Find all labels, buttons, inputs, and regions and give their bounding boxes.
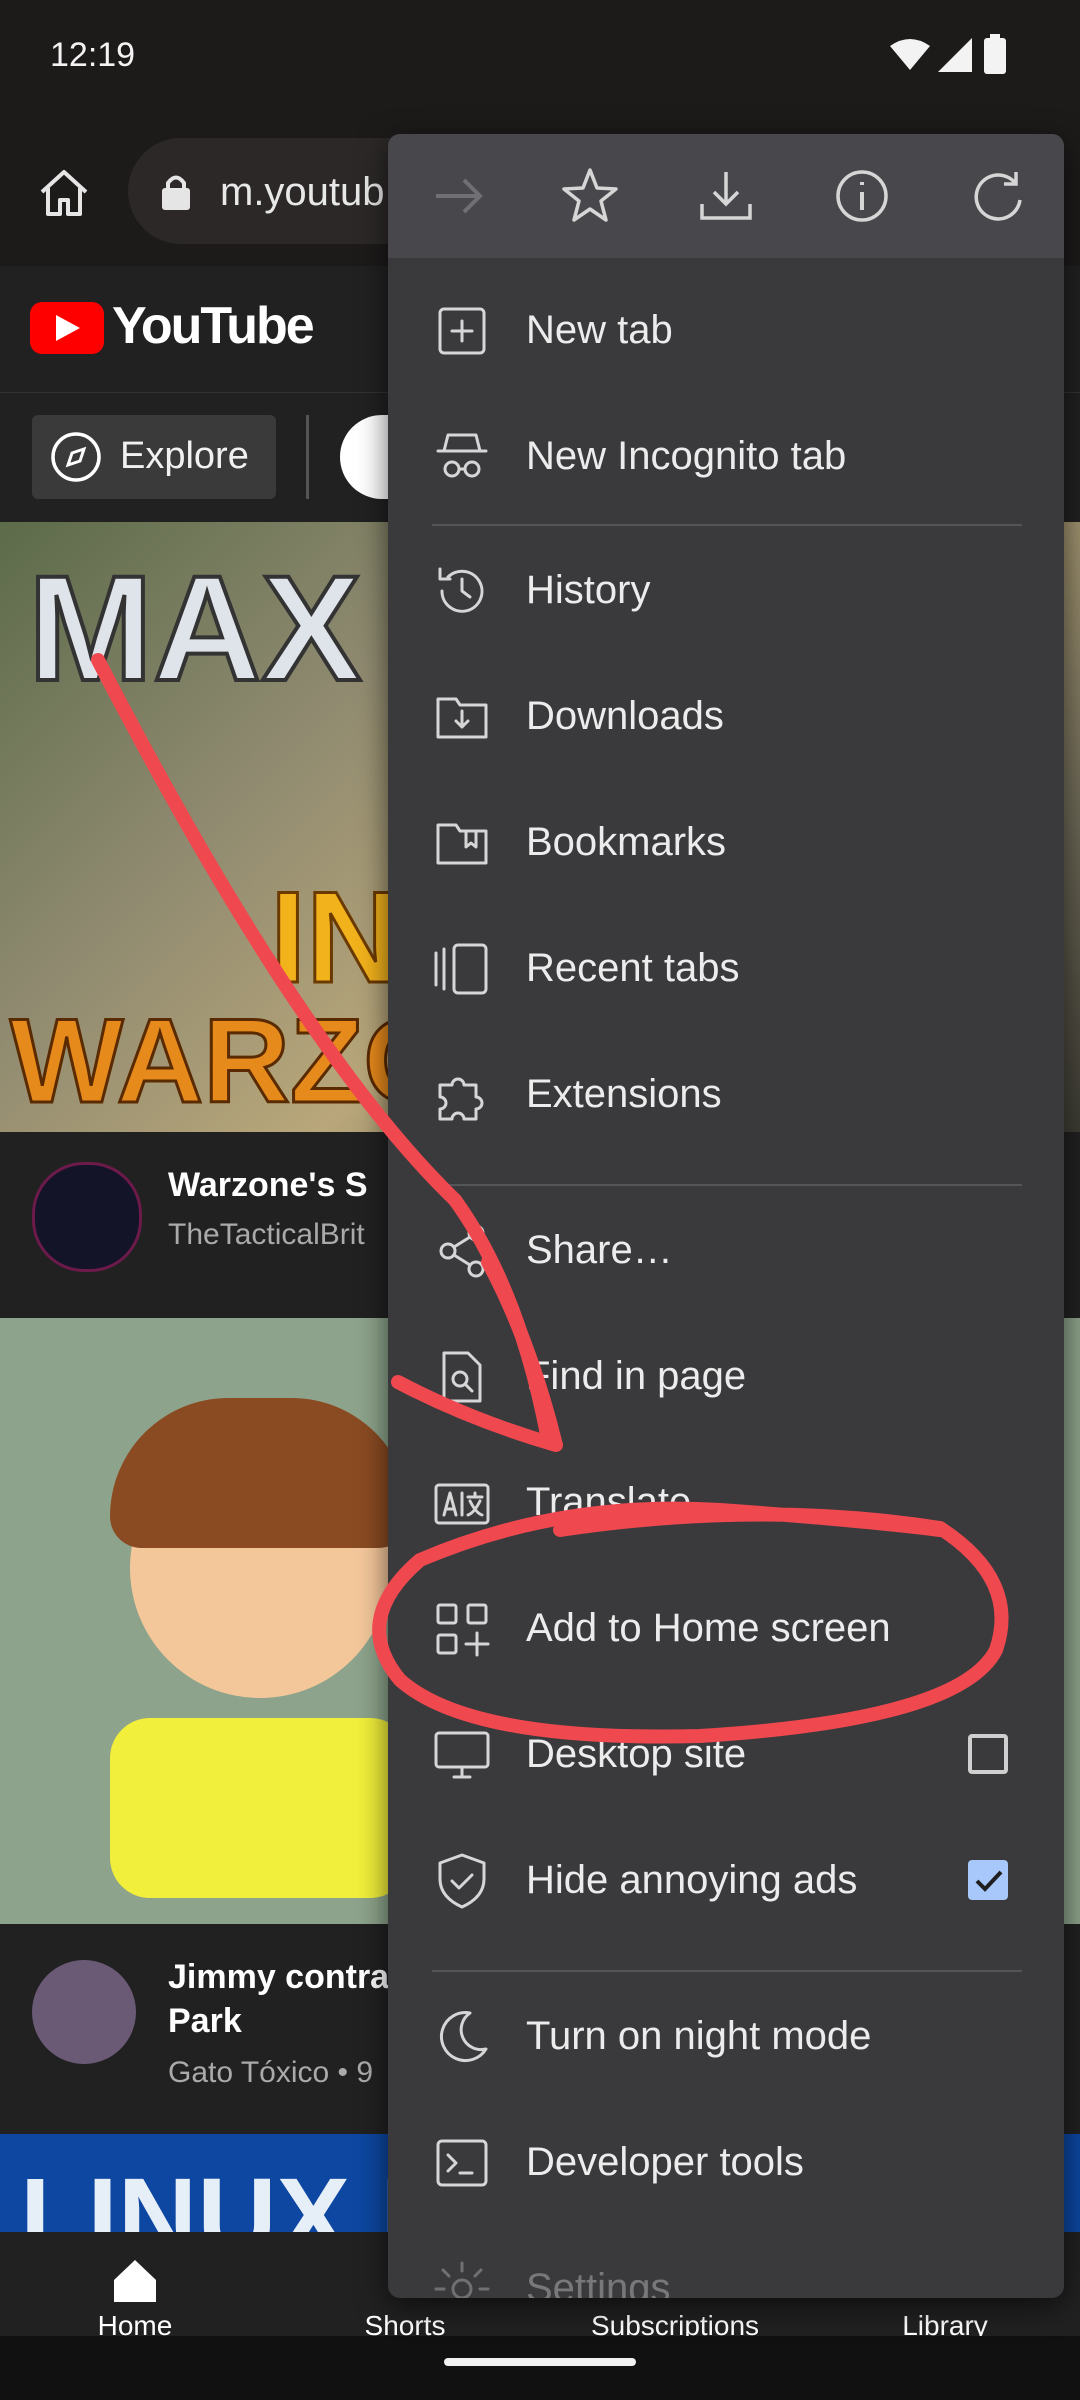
menu-separator <box>432 1970 1022 1972</box>
menu-label-translate: Translate… <box>526 1480 732 1524</box>
video-title-2-line2: Park <box>168 2002 242 2040</box>
forward-icon[interactable] <box>426 164 490 228</box>
thumb-text-linux: LINUX L <box>20 2156 448 2234</box>
menu-item-translate[interactable]: Translate… <box>388 1440 1064 1566</box>
compass-icon <box>51 432 101 482</box>
add-to-home-icon <box>436 1603 490 1657</box>
menu-item-extensions[interactable]: Extensions <box>388 1032 1064 1158</box>
menu-item-settings[interactable]: Settings <box>388 2226 1064 2298</box>
menu-item-find-in-page[interactable]: Find in page <box>388 1314 1064 1440</box>
menu-item-recent-tabs[interactable]: Recent tabs <box>388 906 1064 1032</box>
video-title-2: Jimmy contra <box>168 1958 390 1996</box>
youtube-logo-icon[interactable] <box>30 302 104 354</box>
url-text: m.youtub <box>220 170 385 214</box>
home-icon[interactable] <box>36 164 92 220</box>
checkmark-icon <box>975 1870 1003 1892</box>
menu-label-add-to-home-screen: Add to Home screen <box>526 1606 891 1650</box>
plus-box-icon <box>438 307 486 355</box>
menu-item-new-tab[interactable]: New tab <box>388 268 1064 394</box>
thumb-text-2: IN <box>269 863 402 1012</box>
youtube-logo-text: YouTube <box>112 297 315 355</box>
puzzle-icon <box>438 1077 484 1121</box>
lock-icon <box>162 175 190 210</box>
history-icon <box>438 567 484 613</box>
menu-item-share[interactable]: Share… <box>388 1188 1064 1314</box>
recent-tabs-icon <box>434 943 488 995</box>
browser-overflow-menu: New tab New Incognito tab History Downlo… <box>388 134 1064 2298</box>
menu-label-share: Share… <box>526 1228 673 1272</box>
menu-separator <box>432 524 1022 526</box>
status-bar: 12:19 <box>0 0 1080 118</box>
explore-chip[interactable]: Explore <box>32 415 276 499</box>
gesture-bar-area <box>0 2336 1080 2400</box>
hide-ads-checkbox[interactable] <box>968 1860 1008 1900</box>
desktop-site-checkbox[interactable] <box>968 1734 1008 1774</box>
refresh-icon[interactable] <box>966 164 1030 228</box>
menu-item-new-incognito-tab[interactable]: New Incognito tab <box>388 394 1064 520</box>
find-in-page-icon <box>442 1351 482 1403</box>
bookmarks-folder-icon <box>436 823 488 865</box>
menu-item-add-to-home-screen[interactable]: Add to Home screen <box>388 1566 1064 1692</box>
battery-icon <box>984 34 1006 74</box>
shield-icon <box>438 1853 486 1909</box>
downloads-folder-icon <box>436 697 488 739</box>
desktop-icon <box>434 1731 490 1779</box>
video-title-1: Warzone's S <box>168 1166 368 1204</box>
menu-label-bookmarks: Bookmarks <box>526 820 727 864</box>
menu-label-night-mode: Turn on night mode <box>526 2014 872 2058</box>
channel-avatar-2[interactable] <box>32 1960 136 2064</box>
menu-label-find-in-page: Find in page <box>526 1354 747 1398</box>
menu-item-hide-annoying-ads[interactable]: Hide annoying ads <box>388 1818 1064 1944</box>
menu-label-hide-annoying-ads: Hide annoying ads <box>526 1858 858 1902</box>
menu-action-row <box>388 134 1064 258</box>
menu-label-developer-tools: Developer tools <box>526 2140 804 2184</box>
gesture-handle[interactable] <box>444 2358 636 2366</box>
star-icon[interactable] <box>558 164 622 228</box>
menu-label-extensions: Extensions <box>526 1072 722 1116</box>
download-icon[interactable] <box>694 164 758 228</box>
menu-item-night-mode[interactable]: Turn on night mode <box>388 1974 1064 2100</box>
menu-label-new-incognito-tab: New Incognito tab <box>526 434 847 478</box>
menu-label-new-tab: New tab <box>526 308 673 352</box>
moon-icon <box>440 2011 488 2063</box>
signal-icon <box>938 38 972 72</box>
translate-icon <box>434 1483 490 1525</box>
channel-avatar-1[interactable] <box>32 1162 142 1272</box>
menu-item-developer-tools[interactable]: Developer tools <box>388 2100 1064 2226</box>
menu-label-desktop-site: Desktop site <box>526 1732 747 1776</box>
channel-name-2: Gato Tóxico • 9 <box>168 2056 374 2089</box>
menu-item-history[interactable]: History <box>388 528 1064 654</box>
thumb-text-1: MAX <box>26 542 363 714</box>
gear-icon <box>434 2261 490 2298</box>
home-nav-icon[interactable] <box>110 2256 160 2306</box>
menu-label-downloads: Downloads <box>526 694 724 738</box>
thumb-character-shirt <box>110 1718 410 1898</box>
terminal-icon <box>436 2139 488 2187</box>
menu-label-recent-tabs: Recent tabs <box>526 946 740 990</box>
thumb-character-hair <box>110 1398 410 1548</box>
channel-name-1: TheTacticalBrit <box>168 1218 365 1251</box>
menu-label-history: History <box>526 568 651 612</box>
menu-item-downloads[interactable]: Downloads <box>388 654 1064 780</box>
menu-separator <box>432 1184 1022 1186</box>
info-icon[interactable] <box>830 164 894 228</box>
menu-label-settings: Settings <box>526 2266 671 2298</box>
chip-divider <box>306 415 309 499</box>
explore-label: Explore <box>120 435 249 477</box>
menu-item-desktop-site[interactable]: Desktop site <box>388 1692 1064 1818</box>
status-time: 12:19 <box>50 36 136 74</box>
menu-item-bookmarks[interactable]: Bookmarks <box>388 780 1064 906</box>
incognito-icon <box>436 433 488 478</box>
wifi-icon <box>890 39 930 70</box>
share-icon <box>439 1224 485 1278</box>
